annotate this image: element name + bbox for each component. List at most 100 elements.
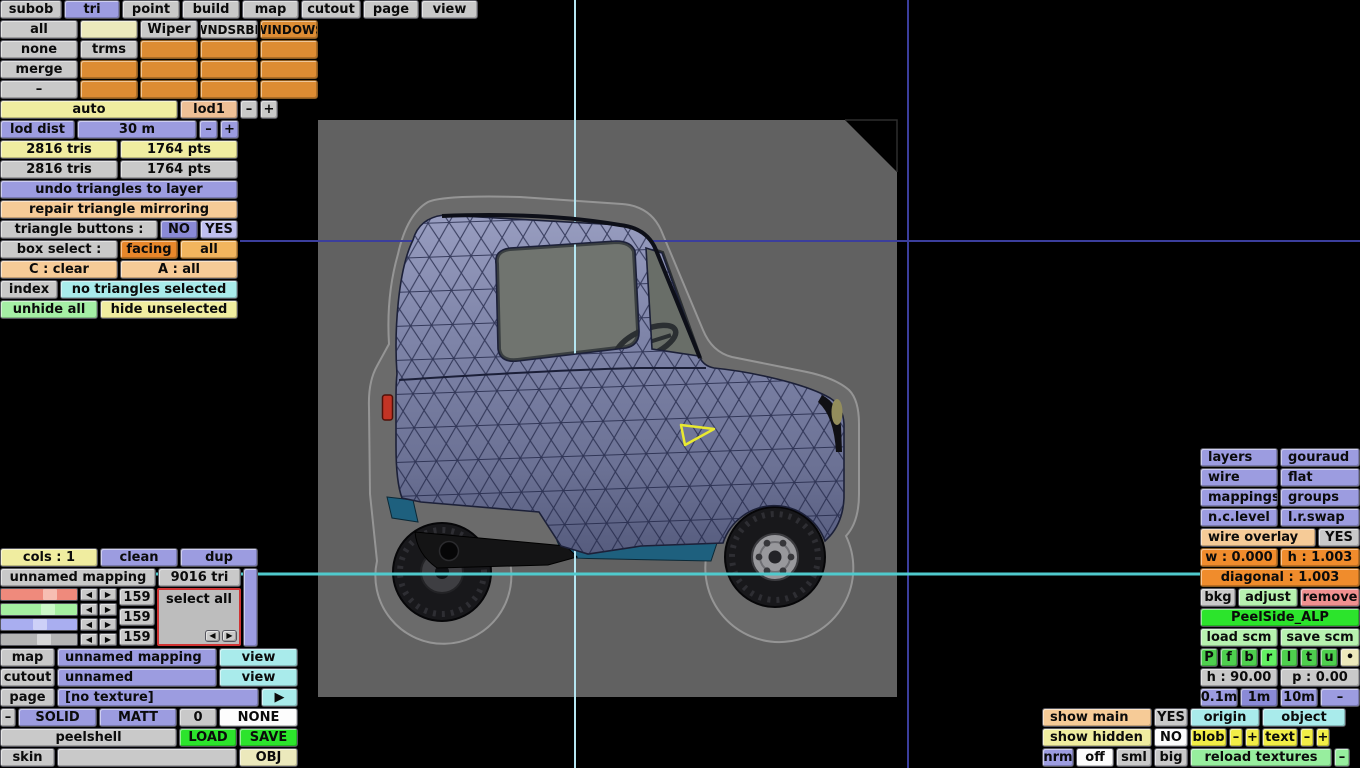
gray-decrement-button[interactable]: ◀ bbox=[80, 633, 98, 646]
gray-increment-button[interactable]: ▶ bbox=[99, 633, 117, 646]
material-index-field[interactable]: 0 bbox=[179, 708, 217, 727]
green-increment-button[interactable]: ▶ bbox=[99, 603, 117, 616]
bkg-adjust-button[interactable]: adjust bbox=[1238, 588, 1298, 607]
red-decrement-button[interactable]: ◀ bbox=[80, 588, 98, 601]
tab-page[interactable]: page bbox=[363, 0, 419, 19]
mappings-button[interactable]: mappings bbox=[1200, 488, 1278, 507]
lod-plus-button[interactable]: + bbox=[260, 100, 278, 119]
grid-1m-button[interactable]: 1m bbox=[1240, 688, 1278, 707]
gouraud-button[interactable]: gouraud bbox=[1280, 448, 1360, 467]
origin-button[interactable]: origin bbox=[1190, 708, 1260, 727]
blob-plus-button[interactable]: + bbox=[1245, 728, 1260, 747]
material-none-button[interactable]: NONE bbox=[219, 708, 298, 727]
red-increment-button[interactable]: ▶ bbox=[99, 588, 117, 601]
page-next-button[interactable]: ▶ bbox=[261, 688, 298, 707]
reload-minus-button[interactable]: – bbox=[1334, 748, 1350, 767]
group-cell-empty[interactable] bbox=[80, 20, 138, 39]
cutout-name-field[interactable]: unnamed bbox=[57, 668, 217, 687]
lod-auto-button[interactable]: auto bbox=[0, 100, 178, 119]
lr-swap-button[interactable]: l.r.swap bbox=[1280, 508, 1360, 527]
swatch-next-button[interactable]: ▶ bbox=[222, 630, 237, 642]
dup-button[interactable]: dup bbox=[180, 548, 258, 567]
green-value-field[interactable]: 159 bbox=[119, 608, 155, 626]
flat-button[interactable]: flat bbox=[1280, 468, 1360, 487]
group-cell[interactable] bbox=[140, 40, 198, 59]
normals-button[interactable]: nrm bbox=[1042, 748, 1074, 767]
select-all-tris-button[interactable]: all bbox=[0, 20, 78, 39]
triangle-buttons-yes[interactable]: YES bbox=[200, 220, 238, 239]
group-cell[interactable] bbox=[200, 60, 258, 79]
green-decrement-button[interactable]: ◀ bbox=[80, 603, 98, 616]
save-button[interactable]: SAVE bbox=[239, 728, 298, 747]
cols-count-button[interactable]: cols : 1 bbox=[0, 548, 98, 567]
lod-dist-minus-button[interactable]: – bbox=[199, 120, 218, 139]
lod1-button[interactable]: lod1 bbox=[180, 100, 238, 119]
group-cell[interactable] bbox=[260, 80, 318, 99]
gray-slider[interactable] bbox=[0, 633, 78, 646]
page-texture-field[interactable]: [no texture] bbox=[57, 688, 259, 707]
map-view-button[interactable]: view bbox=[219, 648, 298, 667]
normals-big-button[interactable]: big bbox=[1154, 748, 1188, 767]
text-button[interactable]: text bbox=[1262, 728, 1298, 747]
unhide-all-button[interactable]: unhide all bbox=[0, 300, 98, 319]
cutout-view-button[interactable]: view bbox=[219, 668, 298, 687]
select-all-shortcut-button[interactable]: A : all bbox=[120, 260, 238, 279]
blue-value-field[interactable]: 159 bbox=[119, 628, 155, 646]
group-cell[interactable] bbox=[260, 40, 318, 59]
tab-tri[interactable]: tri bbox=[64, 0, 120, 19]
tab-map[interactable]: map bbox=[242, 0, 299, 19]
tab-view[interactable]: view bbox=[421, 0, 478, 19]
tab-cutout[interactable]: cutout bbox=[301, 0, 361, 19]
group-wndsrbr-button[interactable]: WNDSRBR bbox=[200, 20, 258, 39]
lod-dist-plus-button[interactable]: + bbox=[220, 120, 239, 139]
view-top-button[interactable]: t bbox=[1300, 648, 1318, 667]
save-scheme-button[interactable]: save scm bbox=[1280, 628, 1360, 647]
tab-subob[interactable]: subob bbox=[0, 0, 62, 19]
view-left-button[interactable]: l bbox=[1280, 648, 1298, 667]
text-minus-button[interactable]: – bbox=[1300, 728, 1314, 747]
group-cell[interactable] bbox=[140, 60, 198, 79]
normals-off-button[interactable]: off bbox=[1076, 748, 1114, 767]
scheme-name-button[interactable]: PeelSide_ALP bbox=[1200, 608, 1360, 627]
blue-slider[interactable] bbox=[0, 618, 78, 631]
bkg-remove-button[interactable]: remove bbox=[1300, 588, 1360, 607]
normals-small-button[interactable]: sml bbox=[1116, 748, 1152, 767]
show-hidden-toggle[interactable]: NO bbox=[1154, 728, 1188, 747]
lod-dist-value[interactable]: 30 m bbox=[77, 120, 197, 139]
group-cell[interactable] bbox=[140, 80, 198, 99]
hide-unselected-button[interactable]: hide unselected bbox=[100, 300, 238, 319]
repair-mirroring-button[interactable]: repair triangle mirroring bbox=[0, 200, 238, 219]
grid-01m-button[interactable]: 0.1m bbox=[1200, 688, 1238, 707]
skin-name-field[interactable] bbox=[57, 748, 237, 767]
view-dot-button[interactable]: • bbox=[1340, 648, 1360, 667]
nc-level-button[interactable]: n.c.level bbox=[1200, 508, 1278, 527]
select-none-button[interactable]: none bbox=[0, 40, 78, 59]
group-windows-button[interactable]: WINDOWS bbox=[260, 20, 318, 39]
layers-button[interactable]: layers bbox=[1200, 448, 1278, 467]
blob-minus-button[interactable]: – bbox=[1229, 728, 1243, 747]
map-name-field[interactable]: unnamed mapping bbox=[57, 648, 217, 667]
swatch-prev-button[interactable]: ◀ bbox=[205, 630, 220, 642]
green-slider[interactable] bbox=[0, 603, 78, 616]
mapping-name-button[interactable]: unnamed mapping bbox=[0, 568, 156, 587]
tab-point[interactable]: point bbox=[122, 0, 180, 19]
group-wiper-button[interactable]: Wiper bbox=[140, 20, 198, 39]
box-select-facing[interactable]: facing bbox=[120, 240, 178, 259]
clean-button[interactable]: clean bbox=[100, 548, 178, 567]
reload-textures-button[interactable]: reload textures bbox=[1190, 748, 1332, 767]
object-button[interactable]: object bbox=[1262, 708, 1346, 727]
view-under-button[interactable]: u bbox=[1320, 648, 1338, 667]
undo-triangles-button[interactable]: undo triangles to layer bbox=[0, 180, 238, 199]
triangle-buttons-no[interactable]: NO bbox=[160, 220, 198, 239]
view-right-button[interactable]: r bbox=[1260, 648, 1278, 667]
material-matt-button[interactable]: MATT bbox=[99, 708, 177, 727]
material-minus-button[interactable]: – bbox=[0, 708, 16, 727]
grid-minus-button[interactable]: – bbox=[1320, 688, 1360, 707]
wire-button[interactable]: wire bbox=[1200, 468, 1278, 487]
select-all-swatch[interactable]: select all ◀ ▶ bbox=[157, 588, 241, 646]
text-plus-button[interactable]: + bbox=[1316, 728, 1330, 747]
blue-decrement-button[interactable]: ◀ bbox=[80, 618, 98, 631]
tab-build[interactable]: build bbox=[182, 0, 240, 19]
show-main-toggle[interactable]: YES bbox=[1154, 708, 1188, 727]
wire-overlay-toggle[interactable]: YES bbox=[1318, 528, 1360, 547]
